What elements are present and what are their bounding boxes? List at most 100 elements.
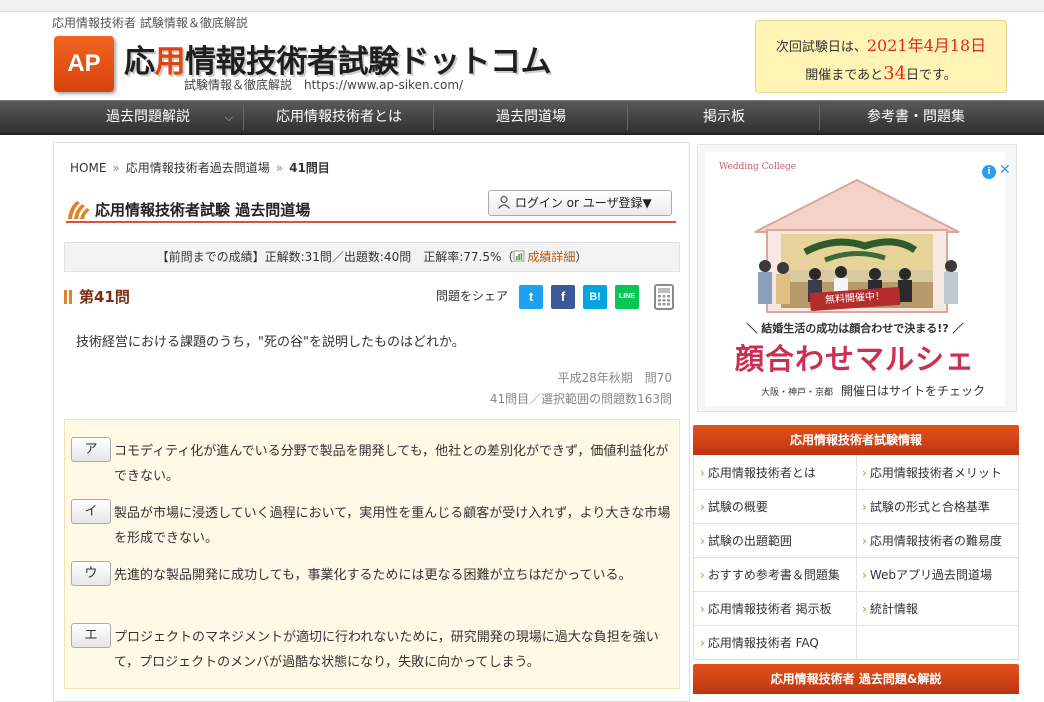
sidebar-link-label: Webアプリ過去問道場: [869, 568, 992, 582]
choice-a: ア コモディティ化が進んでいる分野で製品を開発しても，他社との差別化ができず，価…: [71, 437, 671, 487]
nav-item-board[interactable]: 掲示板: [629, 101, 819, 134]
login-register-button[interactable]: ログイン or ユーザ登録▼: [488, 190, 672, 216]
site-title-highlight: 用: [154, 44, 186, 80]
share-label: 問題をシェア: [436, 289, 509, 303]
ad-info-icon[interactable]: i: [982, 165, 996, 179]
choice-i: イ 製品が市場に浸透していく過程において，実用性を重んじる顧客が受け入れず，より…: [71, 499, 671, 549]
nav-divider: [433, 105, 434, 130]
question-text: 技術経営における課題のうち，"死の谷"を説明したものはどれか。: [76, 335, 465, 350]
sidebar-link-merit[interactable]: › 応用情報技術者メリット: [856, 456, 1002, 490]
sidebar-link-board[interactable]: › 応用情報技術者 掲示板: [694, 592, 832, 626]
nav-item-books[interactable]: 参考書・問題集: [821, 101, 1011, 134]
site-logo-icon[interactable]: AP: [54, 36, 114, 92]
breadcrumb-current: 41問目: [289, 161, 330, 175]
breadcrumb-dojo[interactable]: 応用情報技術者過去問道場: [126, 161, 270, 175]
choice-u-text: 先進的な製品開発に成功しても，事業化するためには更なる困難が立ちはだかっている。: [114, 568, 632, 583]
nav-item-past-explanations[interactable]: 過去問題解説 ⌵: [53, 101, 243, 134]
choice-a-button[interactable]: ア: [71, 437, 111, 462]
score-text: 【前問までの成績】正解数:31問／出題数:40問 正解率:77.5%（: [156, 250, 514, 264]
sidebar-link-label: 応用情報技術者 掲示板: [707, 602, 832, 616]
login-button-label: ログイン or ユーザ登録▼: [514, 196, 652, 210]
choice-e-text: プロジェクトのマネジメントが適切に行われないために，研究開発の現場に過大な負担を…: [114, 630, 659, 670]
question-source: 平成28年秋期 問70: [557, 371, 672, 385]
exam-date-box: 次回試験日は、2021年4月18日 開催まであと34日です。: [755, 20, 1007, 93]
score-detail-link[interactable]: 成績詳細: [527, 250, 575, 264]
sidebar-exam-info-links: › 応用情報技術者とは › 応用情報技術者メリット › 試験の概要 › 試験の形式と合格…: [693, 455, 1019, 660]
breadcrumb-separator: »: [275, 161, 284, 175]
question-number: 第41問: [79, 288, 130, 306]
question-header: 第41問 問題をシェア t f B! LINE: [64, 284, 680, 313]
line-share-button[interactable]: LINE: [615, 285, 639, 309]
calculator-glyph-icon: [658, 288, 670, 306]
choice-u-button[interactable]: ウ: [71, 561, 111, 586]
arrow-icon: ›: [700, 602, 705, 616]
ad-footer: 大阪・神戸・京都 開催日はサイトをチェック: [761, 382, 985, 399]
site-title[interactable]: 応用情報技術者試験ドットコム: [124, 36, 552, 81]
exam-days-suffix: 日です。: [906, 68, 957, 83]
ad-brand: Wedding College: [719, 162, 797, 172]
ad-banner[interactable]: Wedding College i ✕ 無料開催中！ ＼ 結婚生活の成功は顔合わ…: [705, 152, 1011, 406]
breadcrumb-home[interactable]: HOME: [70, 161, 106, 175]
exam-date-prefix: 次回試験日は、: [775, 40, 867, 55]
question-marker-icon: [64, 290, 67, 304]
exam-days-count: 34: [883, 63, 907, 84]
nav-item-label: 過去問題解説: [106, 109, 190, 125]
hatena-icon: B!: [589, 291, 601, 303]
sidebar-link-books[interactable]: › おすすめ参考書＆問題集: [694, 558, 840, 592]
sidebar-link-label: 応用情報技術者メリット: [869, 466, 1002, 480]
calculator-icon[interactable]: [654, 284, 674, 310]
sidebar-link-label: 応用情報技術者 FAQ: [707, 636, 819, 650]
twitter-share-button[interactable]: t: [519, 285, 543, 309]
nav-divider: [243, 105, 244, 130]
arrow-icon: ›: [862, 500, 867, 514]
arrow-icon: ›: [700, 568, 705, 582]
facebook-share-button[interactable]: f: [551, 285, 575, 309]
chevron-down-icon: ⌵: [224, 111, 233, 124]
score-text-close: ）: [575, 250, 588, 264]
nav-item-dojo[interactable]: 過去問道場: [435, 101, 627, 134]
sidebar-link-label: 応用情報技術者の難易度: [869, 534, 1002, 548]
choice-u: ウ 先進的な製品開発に成功しても，事業化するためには更なる困難が立ちはだかってい…: [71, 561, 671, 611]
choice-i-text: 製品が市場に浸透していく過程において，実用性を重んじる顧客が受け入れず，より大き…: [114, 506, 671, 546]
ad-footer-text: 開催日はサイトをチェック: [841, 384, 986, 398]
arrow-icon: ›: [862, 568, 867, 582]
sidebar-link-overview[interactable]: › 試験の概要: [694, 490, 768, 524]
sidebar-link-label: 試験の出題範囲: [707, 534, 792, 548]
sidebar-link-stats[interactable]: › 統計情報: [856, 592, 918, 626]
ad-headline: 顔合わせマルシェ: [734, 342, 975, 376]
sidebar-link-format[interactable]: › 試験の形式と合格基準: [856, 490, 990, 524]
section-title: 応用情報技術者試験 過去問道場: [95, 201, 311, 219]
main-content: HOME » 応用情報技術者過去問道場 » 41問目 応用情報技術者試験 過去問道場 ロ…: [53, 142, 690, 702]
sidebar-link-difficulty[interactable]: › 応用情報技術者の難易度: [856, 524, 1002, 558]
ad-cities: 大阪・神戸・京都: [761, 388, 834, 398]
answer-choices: ア コモディティ化が進んでいる分野で製品を開発しても，他社との差別化ができず，価…: [64, 419, 680, 689]
sidebar-link-label: 応用情報技術者とは: [707, 466, 816, 480]
site-subtitle: 試験情報＆徹底解説 https://www.ap-siken.com/: [184, 78, 464, 92]
main-nav: 過去問題解説 ⌵ 応用情報技術者とは 過去問道場 掲示板 参考書・問題集: [0, 100, 1044, 135]
line-icon: LINE: [619, 293, 635, 300]
choice-i-button[interactable]: イ: [71, 499, 111, 524]
sidebar-link-label: 試験の形式と合格基準: [869, 500, 990, 514]
arrow-icon: ›: [700, 500, 705, 514]
question-position: 41問目／選択範囲の問題数163問: [489, 392, 672, 406]
arrow-icon: ›: [862, 534, 867, 548]
report-icon: [513, 250, 525, 262]
choice-e-button[interactable]: エ: [71, 623, 111, 648]
ad-copy: ＼ 結婚生活の成功は顔合わせで決まる!? ／: [746, 322, 964, 335]
facebook-icon: f: [560, 289, 566, 304]
choice-e: エ プロジェクトのマネジメントが適切に行われないために，研究開発の現場に過大な負…: [71, 623, 671, 673]
hatena-share-button[interactable]: B!: [583, 285, 607, 309]
sidebar-link-label: 統計情報: [869, 602, 918, 616]
exam-date: 2021年4月18日: [866, 36, 987, 55]
score-summary: 【前問までの成績】正解数:31問／出題数:40問 正解率:77.5%（ 成績詳細）: [64, 242, 680, 272]
sidebar-link-webapp[interactable]: › Webアプリ過去問道場: [856, 558, 992, 592]
arrow-icon: ›: [862, 466, 867, 480]
sidebar-link-scope[interactable]: › 試験の出題範囲: [694, 524, 792, 558]
nav-item-about[interactable]: 応用情報技術者とは: [245, 101, 433, 134]
sidebar-link-about[interactable]: › 応用情報技術者とは: [694, 456, 816, 490]
ad-close-icon[interactable]: ✕: [999, 162, 1011, 178]
exam-days-prefix: 開催まであと: [805, 68, 884, 83]
site-title-post: 情報技術者試験ドットコム: [185, 44, 552, 80]
sidebar-link-faq[interactable]: › 応用情報技術者 FAQ: [694, 626, 819, 660]
choice-a-text: コモディティ化が進んでいる分野で製品を開発しても，他社との差別化ができず，価値利…: [114, 444, 669, 484]
